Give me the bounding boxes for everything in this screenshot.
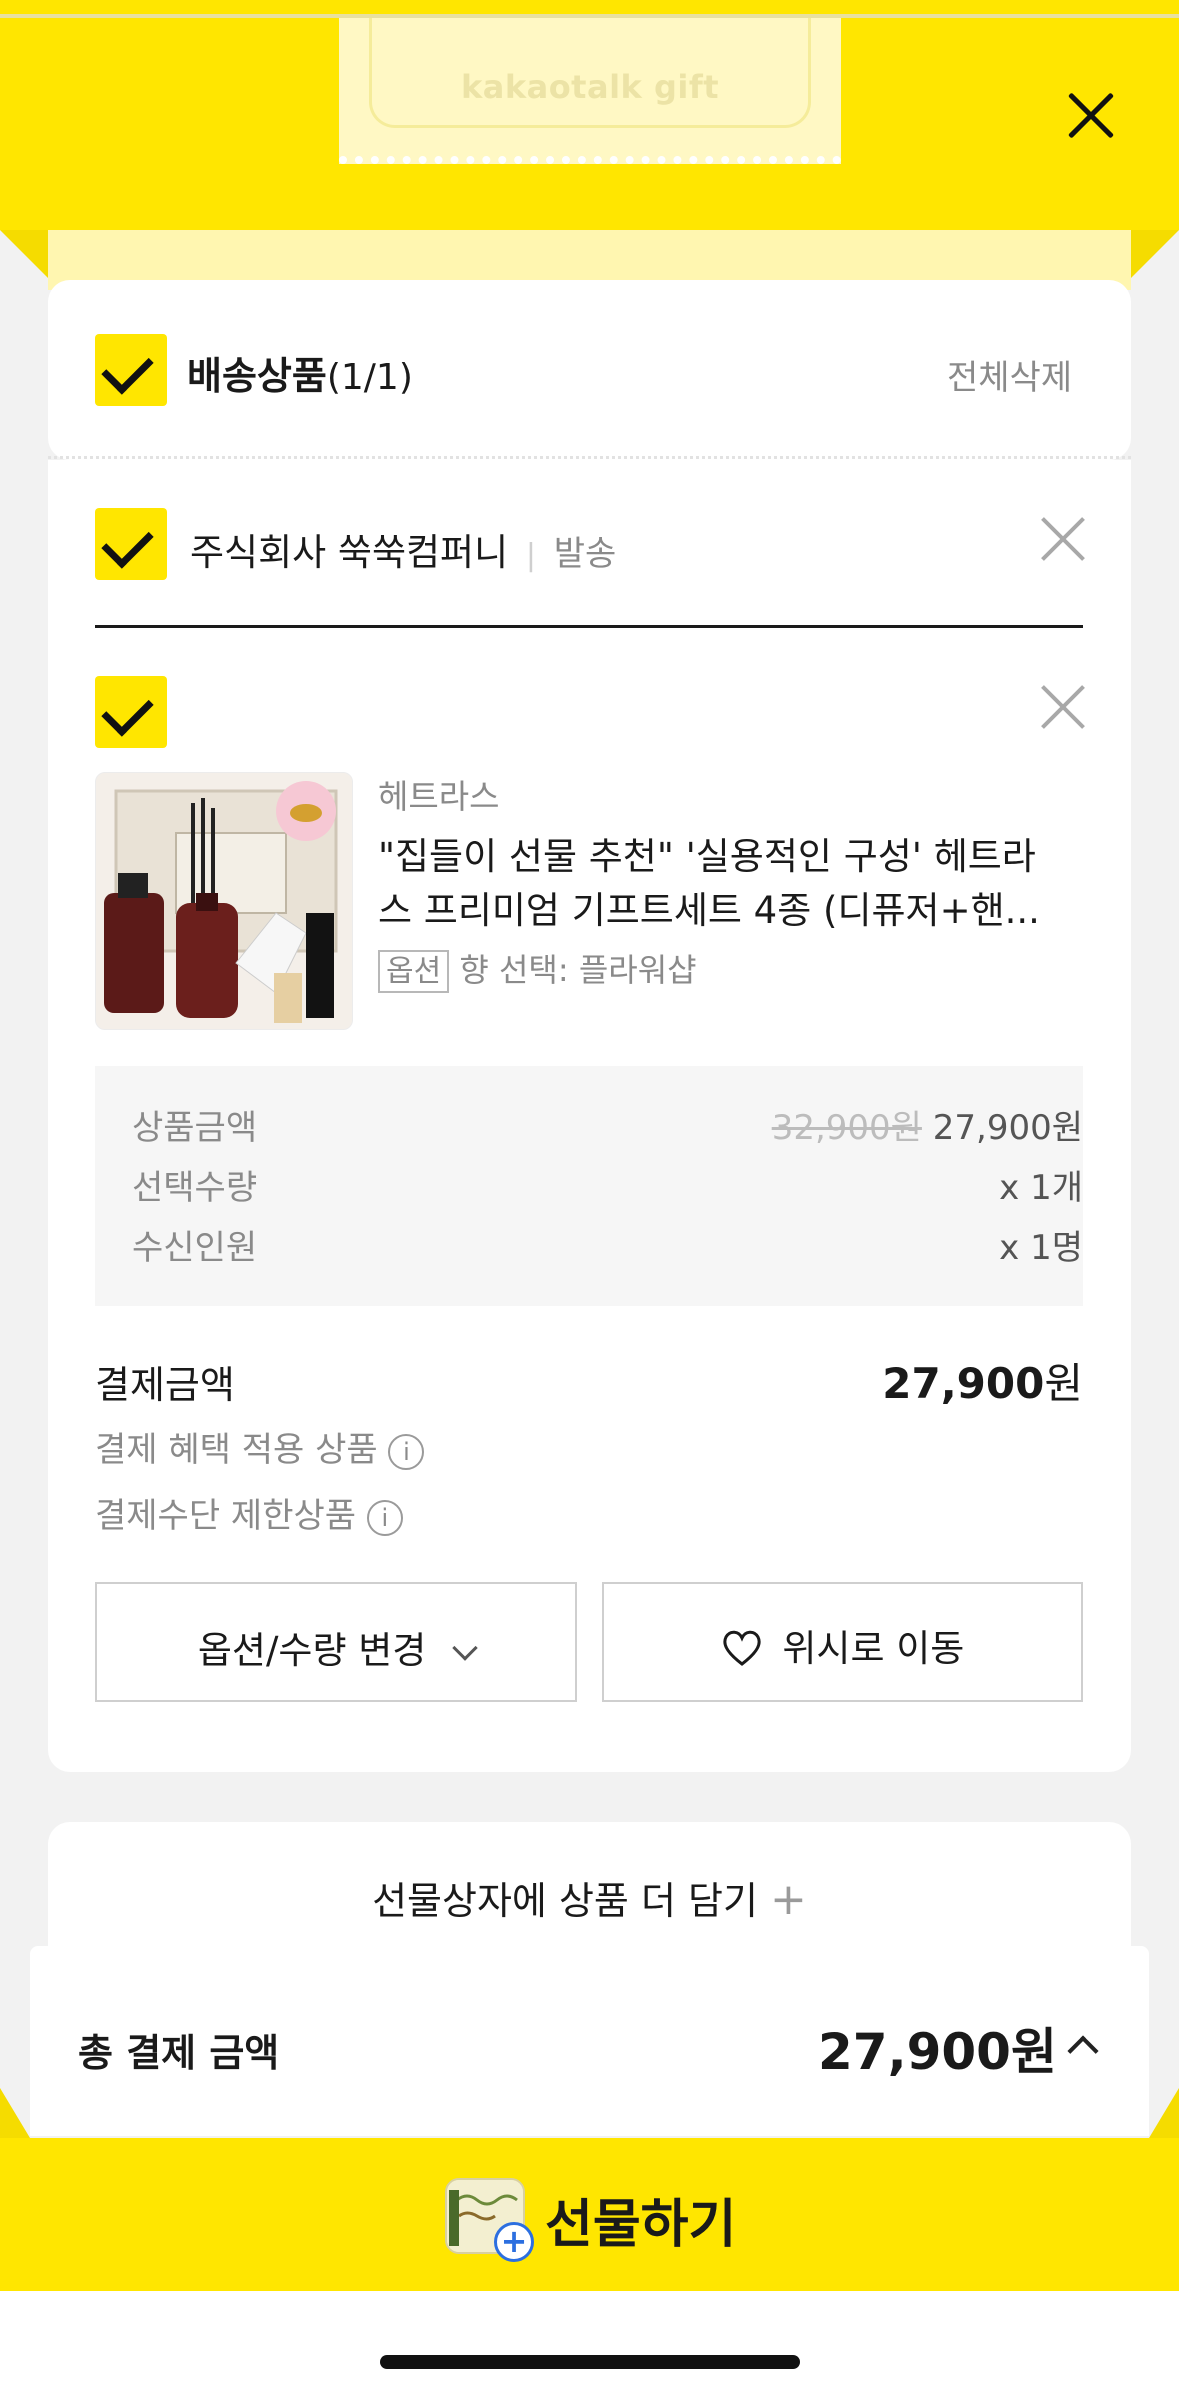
- gift-ticket: kakaotalk gift: [339, 18, 841, 164]
- gift-button[interactable]: + 선물하기: [0, 2138, 1179, 2291]
- option-badge: 옵션: [378, 950, 450, 993]
- total-amount: 27,900원: [818, 2023, 1057, 2081]
- dotted-divider: [48, 456, 1131, 459]
- info-icon[interactable]: i: [388, 1433, 425, 1470]
- add-circle-icon: +: [494, 2222, 534, 2262]
- price-value: 32,900원 27,900원: [772, 1100, 1083, 1149]
- remove-product-icon[interactable]: [1038, 682, 1088, 732]
- price-label: 상품금액: [132, 1108, 258, 1148]
- product-option: 옵션 향 선택: 플라워샵: [378, 945, 697, 993]
- product-name-line1[interactable]: "집들이 선물 추천" '실용적인 구성' 헤트라: [378, 826, 1036, 880]
- total-label: 총 결제 금액: [78, 2031, 280, 2075]
- recipients-label: 수신인원: [132, 1228, 258, 1268]
- seller-divider: [95, 625, 1083, 628]
- heart-icon: [721, 1629, 763, 1676]
- chevron-down-icon: [452, 1635, 478, 1661]
- gift-button-label: 선물하기: [545, 2195, 737, 2255]
- recipients-value: x 1명: [999, 1228, 1083, 1268]
- product-name-line2[interactable]: 스 프리미엄 기프트세트 4종 (디퓨저+핸...: [378, 880, 1040, 934]
- select-all-checkbox[interactable]: [95, 334, 167, 406]
- ribbon-right-bottom: [1149, 2088, 1179, 2138]
- delete-all-button[interactable]: 전체삭제: [947, 350, 1072, 399]
- section-title: 배송상품(1/1): [187, 354, 413, 398]
- info-icon[interactable]: i: [366, 1499, 403, 1536]
- payment-label: 결제금액: [95, 1363, 235, 1407]
- add-more-button[interactable]: 선물상자에 상품 더 담기 +: [0, 1870, 1179, 1925]
- product-brand: 헤트라스: [378, 777, 500, 816]
- bottom-safe-area: [0, 2291, 1179, 2396]
- close-button[interactable]: [1055, 80, 1125, 150]
- product-checkbox[interactable]: [95, 676, 167, 748]
- ribbon-left-bottom: [0, 2088, 30, 2138]
- payment-amount: 27,900원: [882, 1359, 1083, 1408]
- home-indicator[interactable]: [380, 2355, 800, 2369]
- seller-name: 주식회사 쑥쑥컴퍼니 | 발송: [190, 531, 617, 574]
- change-option-button[interactable]: 옵션/수량 변경: [95, 1582, 577, 1702]
- original-price: 32,900원: [771, 1108, 922, 1148]
- kakaotalk-gift-logo: kakaotalk gift: [460, 68, 720, 106]
- restricted-product-link[interactable]: 결제수단 제한상품 i: [95, 1488, 403, 1537]
- benefit-product-link[interactable]: 결제 혜택 적용 상품 i: [95, 1422, 425, 1471]
- move-to-wishlist-button[interactable]: 위시로 이동: [602, 1582, 1083, 1702]
- seller-checkbox[interactable]: [95, 508, 167, 580]
- sale-price: 27,900원: [932, 1108, 1083, 1148]
- remove-seller-icon[interactable]: [1038, 514, 1088, 564]
- product-thumbnail[interactable]: [95, 772, 353, 1030]
- quantity-label: 선택수량: [132, 1168, 258, 1208]
- plus-icon: +: [770, 1874, 807, 1925]
- quantity-value: x 1개: [999, 1168, 1083, 1208]
